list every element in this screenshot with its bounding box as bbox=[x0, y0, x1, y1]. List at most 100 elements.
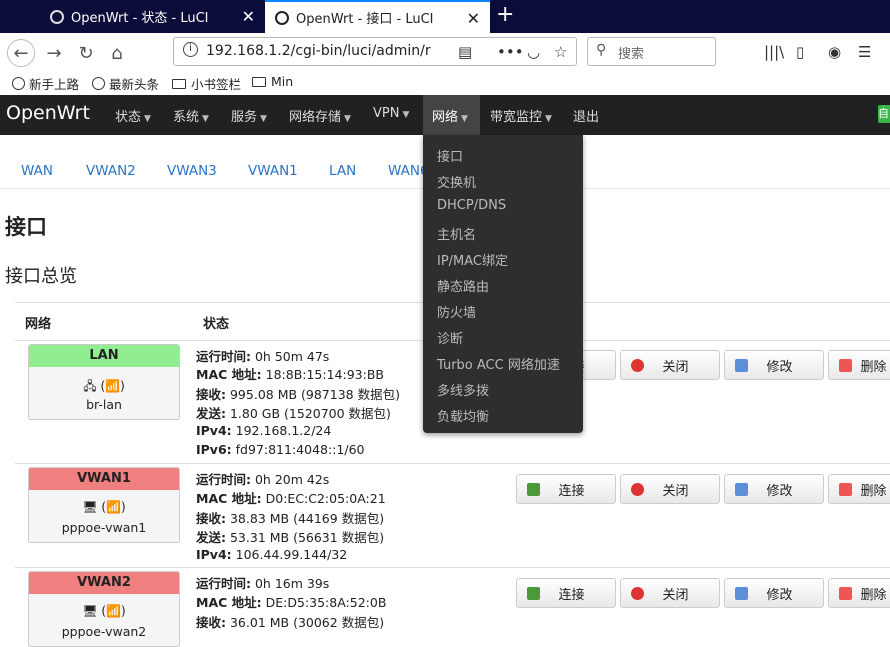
browser-tab-status[interactable]: OpenWrt - 状态 - LuCI ✕ bbox=[40, 0, 265, 33]
dropdown-item-ipmac[interactable]: IP/MAC绑定 bbox=[437, 250, 508, 269]
tab-lan[interactable]: LAN bbox=[329, 163, 356, 179]
search-placeholder: 搜索 bbox=[618, 47, 645, 62]
iface-card-vwan2: VWAN2 🖥 (📶) pppoe-vwan2 bbox=[28, 571, 180, 647]
browser-tab-title: OpenWrt - 接口 - LuCI bbox=[296, 12, 434, 27]
stop-button[interactable]: 关闭 bbox=[620, 474, 720, 504]
status-uptime: 运行时间: 0h 16m 39s bbox=[196, 576, 330, 591]
menu-status[interactable]: 状态 ▼ bbox=[115, 106, 151, 125]
dropdown-item-diagnostics[interactable]: 诊断 bbox=[437, 328, 463, 347]
home-icon[interactable]: ⌂ bbox=[105, 41, 129, 65]
stop-button[interactable]: 关闭 bbox=[620, 350, 720, 380]
reload-icon[interactable]: ↻ bbox=[74, 41, 98, 65]
forward-arrow-icon[interactable]: → bbox=[42, 41, 66, 65]
edit-button[interactable]: 修改 bbox=[724, 578, 824, 608]
globe-icon bbox=[12, 77, 25, 90]
status-ipv6: IPv6: fd97:811:4048::1/60 bbox=[196, 442, 365, 457]
pppoe-device-icon: 🖥 (📶) bbox=[82, 604, 126, 618]
edit-button[interactable]: 修改 bbox=[724, 474, 824, 504]
dropdown-item-multiwan[interactable]: 多线多拨 bbox=[437, 380, 489, 399]
bookmark-folder[interactable]: Min bbox=[252, 74, 293, 89]
library-icon[interactable]: |||\ bbox=[764, 43, 784, 61]
iface-device: br-lan bbox=[86, 397, 122, 412]
col-network: 网络 bbox=[25, 317, 52, 332]
dropdown-item-routes[interactable]: 静态路由 bbox=[437, 276, 489, 295]
dropdown-item-switch[interactable]: 交换机 bbox=[437, 172, 476, 191]
pocket-icon[interactable]: ◡ bbox=[527, 43, 540, 61]
status-tx: 发送: 53.31 MB (56631 数据包) bbox=[196, 530, 385, 545]
more-actions-icon[interactable]: ••• bbox=[497, 43, 524, 61]
sidebar-icon[interactable]: ▯ bbox=[796, 43, 804, 61]
tab-wan[interactable]: WAN bbox=[21, 163, 53, 179]
status-mac: MAC 地址: 18:8B:15:14:93:BB bbox=[196, 367, 384, 382]
menu-vpn[interactable]: VPN ▼ bbox=[373, 106, 409, 121]
tab-vwan1[interactable]: VWAN1 bbox=[248, 163, 298, 179]
menu-icon[interactable]: ☰ bbox=[858, 43, 871, 61]
iface-device: pppoe-vwan1 bbox=[61, 520, 147, 535]
bookmark-folder[interactable]: 小书签栏 bbox=[172, 74, 241, 93]
connect-button[interactable]: 连接 bbox=[516, 578, 616, 608]
back-arrow-icon[interactable]: ← bbox=[7, 39, 35, 67]
menu-services[interactable]: 服务 ▼ bbox=[231, 106, 267, 125]
url-text[interactable]: 192.168.1.2/cgi-bin/luci/admin/r bbox=[206, 43, 446, 59]
account-icon[interactable]: ◉ bbox=[828, 43, 841, 61]
openwrt-favicon-icon bbox=[275, 10, 289, 25]
refresh-icon bbox=[527, 482, 540, 496]
delete-icon bbox=[839, 358, 852, 372]
row-divider bbox=[15, 567, 890, 568]
status-rx: 接收: 38.83 MB (44169 数据包) bbox=[196, 511, 385, 526]
menu-network[interactable]: 网络 ▼ bbox=[432, 106, 468, 125]
dropdown-item-turboacc[interactable]: Turbo ACC 网络加速 bbox=[437, 354, 560, 373]
brand-logo[interactable]: OpenWrt bbox=[6, 102, 90, 124]
connect-button[interactable]: 连接 bbox=[516, 474, 616, 504]
menu-nas[interactable]: 网络存储 ▼ bbox=[289, 106, 351, 125]
iface-name: LAN bbox=[29, 345, 179, 367]
bookmark-star-icon[interactable]: ☆ bbox=[554, 43, 567, 61]
status-rx: 接收: 36.01 MB (30062 数据包) bbox=[196, 615, 385, 630]
status-uptime: 运行时间: 0h 20m 42s bbox=[196, 472, 330, 487]
search-input[interactable] bbox=[587, 37, 716, 66]
browser-tab-interfaces[interactable]: OpenWrt - 接口 - LuCI ✕ bbox=[265, 0, 490, 33]
dropdown-item-hostnames[interactable]: 主机名 bbox=[437, 224, 476, 243]
col-status: 状态 bbox=[203, 317, 230, 332]
reader-view-icon[interactable]: ▤ bbox=[458, 43, 472, 61]
menu-bandwidth[interactable]: 带宽监控 ▼ bbox=[490, 106, 552, 125]
close-tab-icon[interactable]: ✕ bbox=[467, 9, 480, 28]
status-ipv4: IPv4: 192.168.1.2/24 bbox=[196, 423, 332, 438]
bookmark-item[interactable]: 新手上路 bbox=[12, 74, 79, 93]
stop-button[interactable]: 关闭 bbox=[620, 578, 720, 608]
edit-icon bbox=[735, 482, 748, 496]
bookmark-item[interactable]: 最新头条 bbox=[92, 74, 159, 93]
edit-button[interactable]: 修改 bbox=[724, 350, 824, 380]
menu-logout[interactable]: 退出 bbox=[573, 106, 599, 125]
auto-refresh-badge[interactable]: 自 bbox=[878, 105, 890, 123]
delete-icon bbox=[839, 482, 852, 496]
delete-button[interactable]: 删除 bbox=[828, 474, 890, 504]
section-title: 接口总览 bbox=[5, 266, 77, 287]
status-ipv4: IPv4: 106.44.99.144/32 bbox=[196, 547, 348, 562]
iface-name: VWAN1 bbox=[29, 468, 179, 490]
tab-vwan3[interactable]: VWAN3 bbox=[167, 163, 217, 179]
new-tab-icon[interactable]: + bbox=[496, 2, 514, 27]
info-icon[interactable]: i bbox=[183, 42, 198, 57]
edit-icon bbox=[735, 586, 748, 600]
delete-icon bbox=[839, 586, 852, 600]
folder-icon bbox=[252, 76, 266, 87]
dropdown-item-loadbalance[interactable]: 负载均衡 bbox=[437, 406, 489, 425]
page-title: 接口 bbox=[5, 215, 47, 239]
iface-card-lan: LAN 🖧 (📶) br-lan bbox=[28, 344, 180, 420]
dropdown-item-firewall[interactable]: 防火墙 bbox=[437, 302, 476, 321]
delete-button[interactable]: 删除 bbox=[828, 578, 890, 608]
dropdown-item-dhcp[interactable]: DHCP/DNS bbox=[437, 198, 506, 213]
dropdown-item-interfaces[interactable]: 接口 bbox=[437, 146, 463, 165]
status-rx: 接收: 995.08 MB (987138 数据包) bbox=[196, 387, 400, 402]
stop-icon bbox=[631, 358, 644, 372]
delete-button[interactable]: 删除 bbox=[828, 350, 890, 380]
tab-vwan2[interactable]: VWAN2 bbox=[86, 163, 136, 179]
menu-system[interactable]: 系统 ▼ bbox=[173, 106, 209, 125]
close-tab-icon[interactable]: ✕ bbox=[242, 7, 255, 26]
iface-card-vwan1: VWAN1 🖥 (📶) pppoe-vwan1 bbox=[28, 467, 180, 543]
refresh-icon bbox=[527, 586, 540, 600]
status-uptime: 运行时间: 0h 50m 47s bbox=[196, 349, 330, 364]
globe-icon bbox=[92, 77, 105, 90]
search-icon: ⚲ bbox=[596, 42, 607, 58]
